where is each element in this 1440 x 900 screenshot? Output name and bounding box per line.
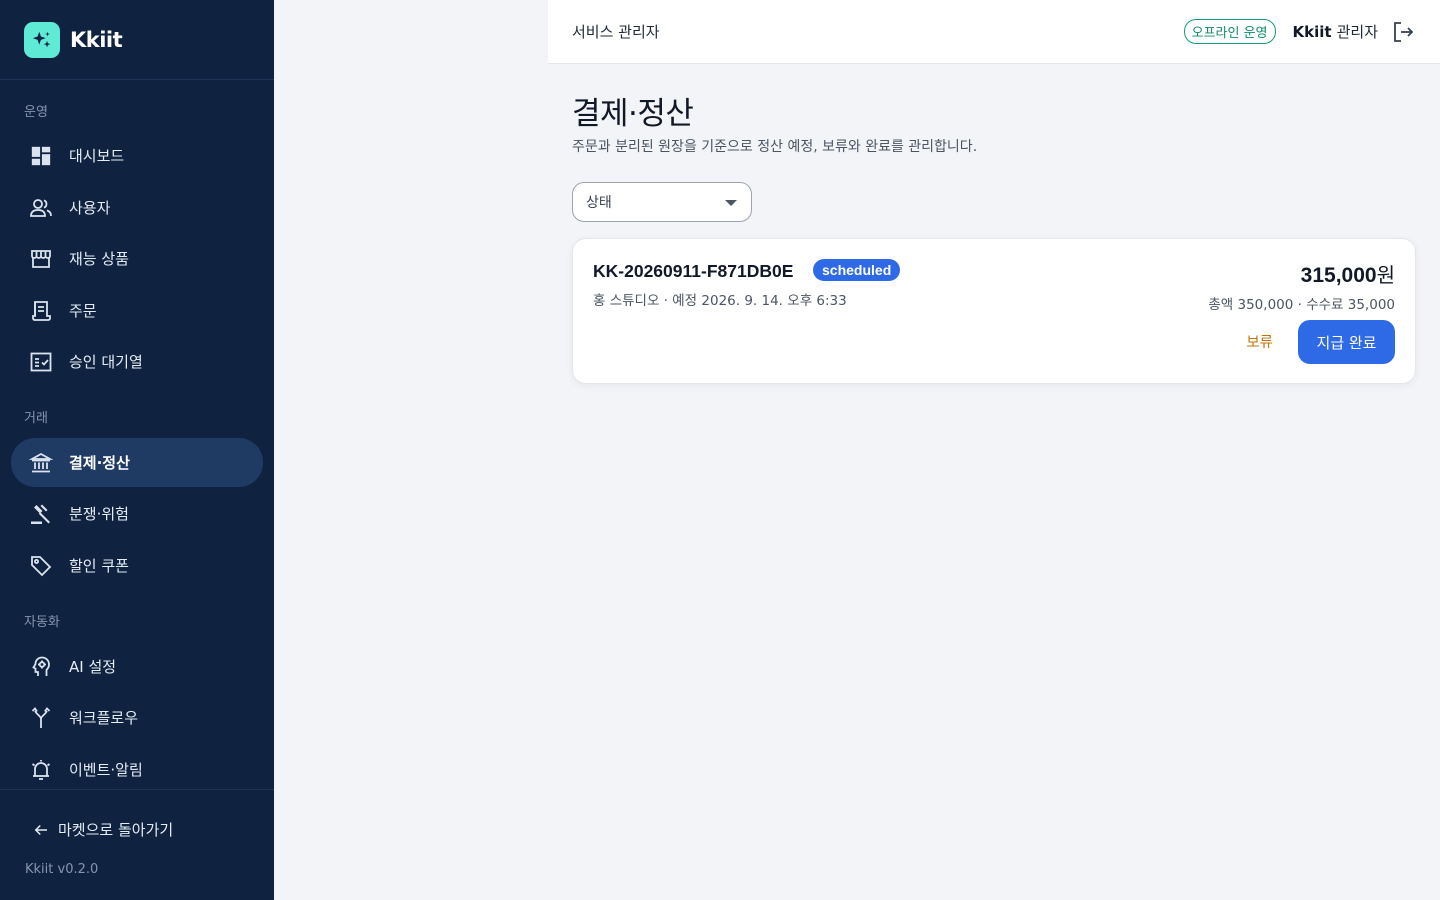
settlement-amount: 315,000원 [1301, 259, 1395, 288]
sidebar-item-label: 이벤트·알림 [69, 761, 143, 779]
status-badge: scheduled [813, 259, 901, 281]
page-description: 주문과 분리된 원장을 기준으로 정산 예정, 보류와 완료를 관리합니다. [572, 139, 978, 155]
arrow-left-icon [34, 824, 47, 835]
brand-name: Kkiit [70, 27, 123, 52]
sidebar-item-label: 사용자 [69, 199, 111, 217]
sidebar-item-workflow[interactable]: 워크플로우 [11, 693, 263, 742]
bank-icon [28, 450, 54, 476]
sidebar-item-coupons[interactable]: 할인 쿠폰 [11, 541, 263, 590]
order-id: KK-20260911-F871DB0E [593, 261, 794, 281]
back-to-market-label: 마켓으로 돌아가기 [58, 821, 174, 839]
sparkle-logo-icon [24, 21, 60, 58]
workflow-icon [28, 705, 54, 731]
offline-mode-badge: 오프라인 운영 [1183, 19, 1276, 44]
sidebar-item-ai-settings[interactable]: AI 설정 [11, 642, 263, 691]
receipt-icon [28, 298, 54, 324]
admin-name: Kkiit [1292, 22, 1332, 41]
sidebar-item-label: 재능 상품 [69, 250, 129, 268]
sidebar-item-label: 승인 대기열 [69, 353, 143, 371]
header-right: 오프라인 운영 Kkiit 관리자 [1183, 19, 1416, 45]
top-header: 서비스 관리자 오프라인 운영 Kkiit 관리자 [548, 0, 1440, 64]
status-filter-select[interactable]: 상태 [572, 182, 752, 222]
checklist-icon [28, 349, 54, 375]
sidebar-item-label: 대시보드 [69, 147, 125, 165]
brand[interactable]: Kkiit [0, 0, 274, 80]
sidebar-item-products[interactable]: 재능 상품 [11, 234, 263, 283]
sidebar-item-dashboard[interactable]: 대시보드 [11, 131, 263, 180]
admin-role: 관리자 [1336, 23, 1378, 41]
settlement-meta: 홍 스튜디오 · 예정 2026. 9. 14. 오후 6:33 [593, 293, 847, 309]
settlement-card: KK-20260911-F871DB0E scheduled 홍 스튜디오 · … [572, 238, 1416, 384]
tag-icon [28, 553, 54, 579]
amount-breakdown: 총액 350,000 · 수수료 35,000 [1208, 297, 1395, 313]
sidebar-item-users[interactable]: 사용자 [11, 183, 263, 232]
dashboard-icon [28, 143, 54, 169]
sidebar-item-orders[interactable]: 주문 [11, 286, 263, 335]
sidebar-item-label: 주문 [69, 302, 97, 320]
app-version: Kkiit v0.2.0 [25, 862, 99, 877]
caret-down-icon [725, 200, 737, 206]
sidebar-item-label: 분쟁·위험 [69, 505, 129, 523]
header-title: 서비스 관리자 [572, 23, 660, 41]
status-filter-label: 상태 [586, 195, 612, 211]
sidebar-item-approval-queue[interactable]: 승인 대기열 [11, 337, 263, 386]
amount-value: 315,000 [1300, 264, 1377, 287]
sidebar-item-label: 결제·정산 [69, 454, 130, 472]
section-label-automation: 자동화 [24, 615, 60, 630]
sidebar-item-label: 워크플로우 [69, 709, 139, 727]
alarm-icon [28, 757, 54, 783]
mark-paid-button[interactable]: 지급 완료 [1298, 320, 1395, 364]
hold-button[interactable]: 보류 [1246, 331, 1273, 352]
sidebar-item-payments[interactable]: 결제·정산 [11, 438, 263, 487]
sidebar-item-label: AI 설정 [69, 658, 117, 676]
store-icon [28, 246, 54, 272]
section-label-operations: 운영 [24, 105, 48, 120]
ai-head-icon [28, 654, 54, 680]
back-to-market-link[interactable]: 마켓으로 돌아가기 [32, 819, 173, 840]
sidebar-footer: 마켓으로 돌아가기 Kkiit v0.2.0 [0, 789, 274, 900]
sidebar: Kkiit 운영 대시보드 사용자 재능 상품 주문 승인 대기열 거래 결제·… [0, 0, 274, 900]
sidebar-item-label: 할인 쿠폰 [69, 557, 129, 575]
page-title: 결제·정산 [572, 96, 694, 132]
amount-unit: 원 [1376, 263, 1395, 287]
section-label-transactions: 거래 [24, 411, 48, 426]
users-icon [28, 195, 54, 221]
gavel-icon [28, 501, 54, 527]
sidebar-item-events[interactable]: 이벤트·알림 [11, 745, 263, 794]
sidebar-item-disputes[interactable]: 분쟁·위험 [11, 489, 263, 538]
logout-icon[interactable] [1390, 19, 1416, 45]
